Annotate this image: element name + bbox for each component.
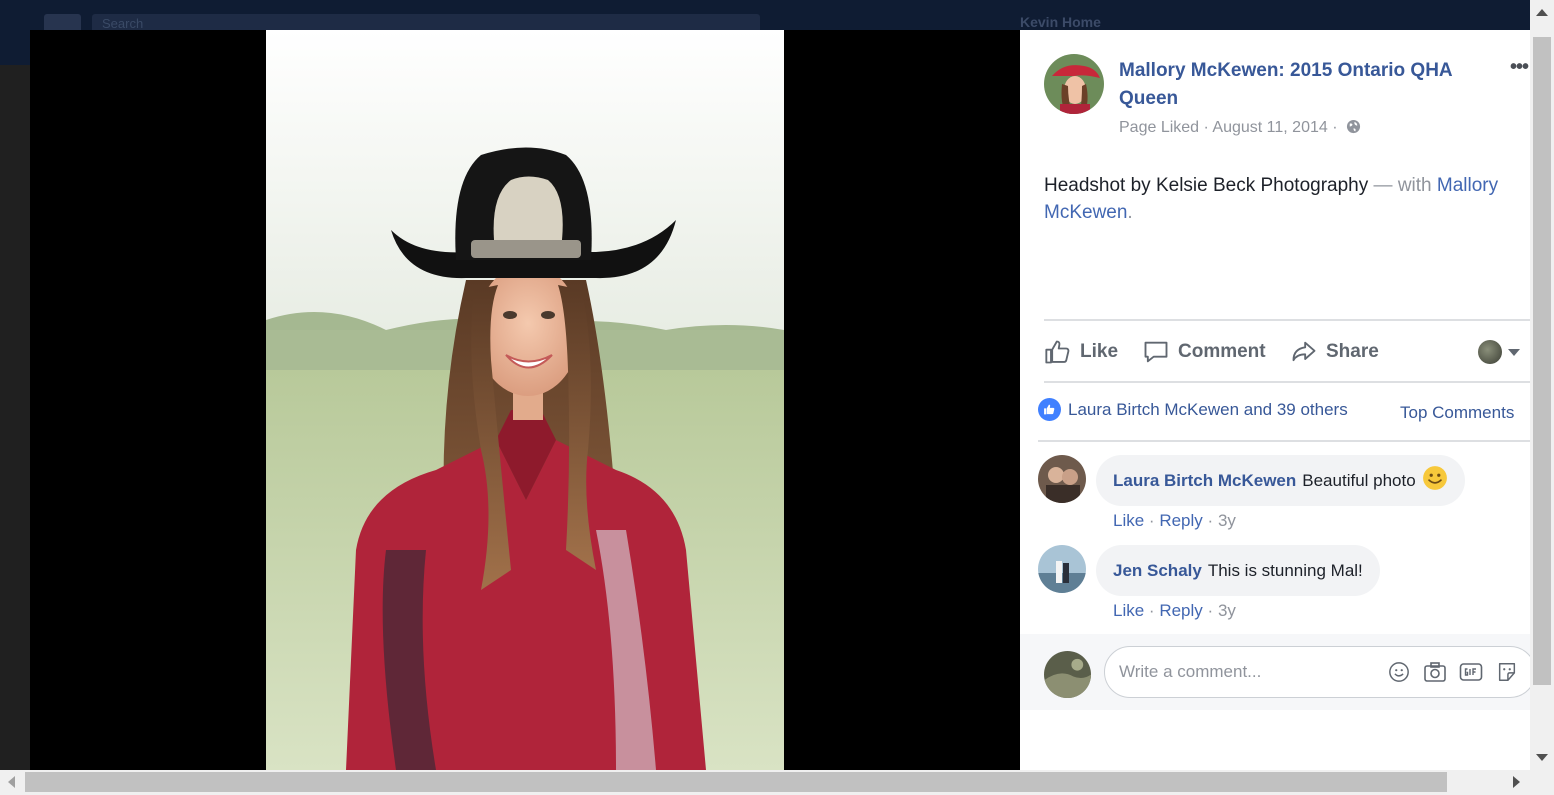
share-label: Share <box>1326 341 1379 362</box>
commenter-avatar[interactable] <box>1038 545 1086 593</box>
post-date[interactable]: August 11, 2014 <box>1212 119 1327 136</box>
portrait-photo-image <box>266 30 784 770</box>
comment-like-link[interactable]: Like <box>1113 511 1144 530</box>
caption-end: . <box>1127 202 1133 223</box>
gif-icon[interactable] <box>1459 660 1483 684</box>
reactions-text: Laura Birtch McKewen and 39 others <box>1068 399 1348 419</box>
more-options-icon[interactable]: ••• <box>1510 56 1529 79</box>
like-label: Like <box>1080 341 1119 362</box>
comment-sort-dropdown[interactable]: Top Comments <box>1400 403 1514 423</box>
comment-like-link[interactable]: Like <box>1113 601 1144 620</box>
scroll-up-arrow-icon[interactable] <box>1536 9 1548 16</box>
comment-icon <box>1144 341 1168 363</box>
comment-reply-link[interactable]: Reply <box>1159 601 1202 620</box>
like-button[interactable]: Like <box>1044 332 1118 372</box>
photo-theater[interactable] <box>30 30 1020 770</box>
comment-input[interactable]: Write a comment... <box>1104 646 1530 698</box>
caption-with: — with <box>1368 175 1437 196</box>
smiley-emoji-icon <box>1422 465 1448 496</box>
post-actions-bar: Like Comment Share <box>1044 332 1530 378</box>
sticker-icon[interactable] <box>1495 660 1519 684</box>
background-user-name: Kevin Home <box>1020 14 1101 30</box>
comment-actions: Like · Reply · 3y <box>1113 511 1236 531</box>
comment-label: Comment <box>1178 341 1266 362</box>
share-button[interactable]: Share <box>1290 332 1379 372</box>
share-icon <box>1292 341 1316 362</box>
post-photo[interactable] <box>266 30 784 770</box>
commenter-avatar-image <box>1038 545 1086 593</box>
post-side-panel: Mallory McKewen: 2015 Ontario QHA Queen … <box>1020 30 1530 770</box>
divider <box>1044 319 1530 321</box>
commenter-avatar[interactable] <box>1038 455 1086 503</box>
scroll-left-arrow-icon[interactable] <box>8 776 15 788</box>
comment-reply-link[interactable]: Reply <box>1159 511 1202 530</box>
reactions-summary[interactable]: Laura Birtch McKewen and 39 others <box>1038 398 1348 421</box>
commenter-avatar-image <box>1038 455 1086 503</box>
divider <box>1038 440 1530 442</box>
current-user-avatar <box>1044 651 1091 698</box>
comment-item: Laura Birtch McKewen Beautiful photo Lik… <box>1038 455 1528 535</box>
emoji-icon[interactable] <box>1387 660 1411 684</box>
camera-icon[interactable] <box>1423 660 1447 684</box>
caret-down-icon <box>1508 348 1520 356</box>
post-meta: Page Liked · August 11, 2014 · <box>1119 119 1361 139</box>
separator: · <box>1148 511 1155 530</box>
thumbs-up-icon <box>1045 340 1070 364</box>
comment-actions: Like · Reply · 3y <box>1113 601 1236 621</box>
comment-author-link[interactable]: Laura Birtch McKewen <box>1113 471 1296 491</box>
comment-composer: Write a comment... <box>1020 634 1530 710</box>
comment-author-link[interactable]: Jen Schaly <box>1113 561 1202 581</box>
comment-bubble: Jen Schaly This is stunning Mal! <box>1096 545 1380 596</box>
comment-text: This is stunning Mal! <box>1207 560 1363 580</box>
globe-icon[interactable] <box>1346 119 1361 139</box>
scroll-right-arrow-icon[interactable] <box>1513 776 1520 788</box>
divider <box>1044 381 1530 383</box>
composer-icons <box>1387 660 1519 684</box>
actor-selector[interactable] <box>1478 340 1520 364</box>
meta-separator: · <box>1332 119 1338 136</box>
page-avatar-image <box>1044 54 1104 114</box>
horizontal-scrollbar-thumb[interactable] <box>25 772 1447 792</box>
vertical-scrollbar-thumb[interactable] <box>1533 37 1551 685</box>
meta-separator: · <box>1203 119 1209 136</box>
comment-text: Beautiful photo <box>1302 470 1416 490</box>
like-reaction-icon <box>1038 398 1061 421</box>
caption-text: Headshot by Kelsie Beck Photography <box>1044 175 1369 196</box>
page-avatar[interactable] <box>1044 54 1104 114</box>
separator: · <box>1207 511 1214 530</box>
actor-avatar <box>1478 340 1502 364</box>
comment-input-placeholder: Write a comment... <box>1119 662 1262 681</box>
comment-item: Jen Schaly This is stunning Mal! Like · … <box>1038 545 1528 625</box>
comment-age[interactable]: 3y <box>1218 601 1236 620</box>
scroll-down-arrow-icon[interactable] <box>1536 754 1548 761</box>
background-search-bar <box>92 14 760 30</box>
page-name-link[interactable]: Mallory McKewen: 2015 Ontario QHA Queen <box>1119 57 1499 113</box>
background-left-area <box>0 65 30 770</box>
comment-age[interactable]: 3y <box>1218 511 1236 530</box>
page-liked-status[interactable]: Page Liked <box>1119 119 1199 136</box>
current-user-avatar-image <box>1044 651 1091 698</box>
background-search-placeholder: Search <box>102 16 144 30</box>
separator: · <box>1207 601 1214 620</box>
post-caption: Headshot by Kelsie Beck Photography — wi… <box>1044 172 1504 226</box>
separator: · <box>1148 601 1155 620</box>
comment-bubble: Laura Birtch McKewen Beautiful photo <box>1096 455 1465 506</box>
comment-button[interactable]: Comment <box>1142 332 1266 372</box>
